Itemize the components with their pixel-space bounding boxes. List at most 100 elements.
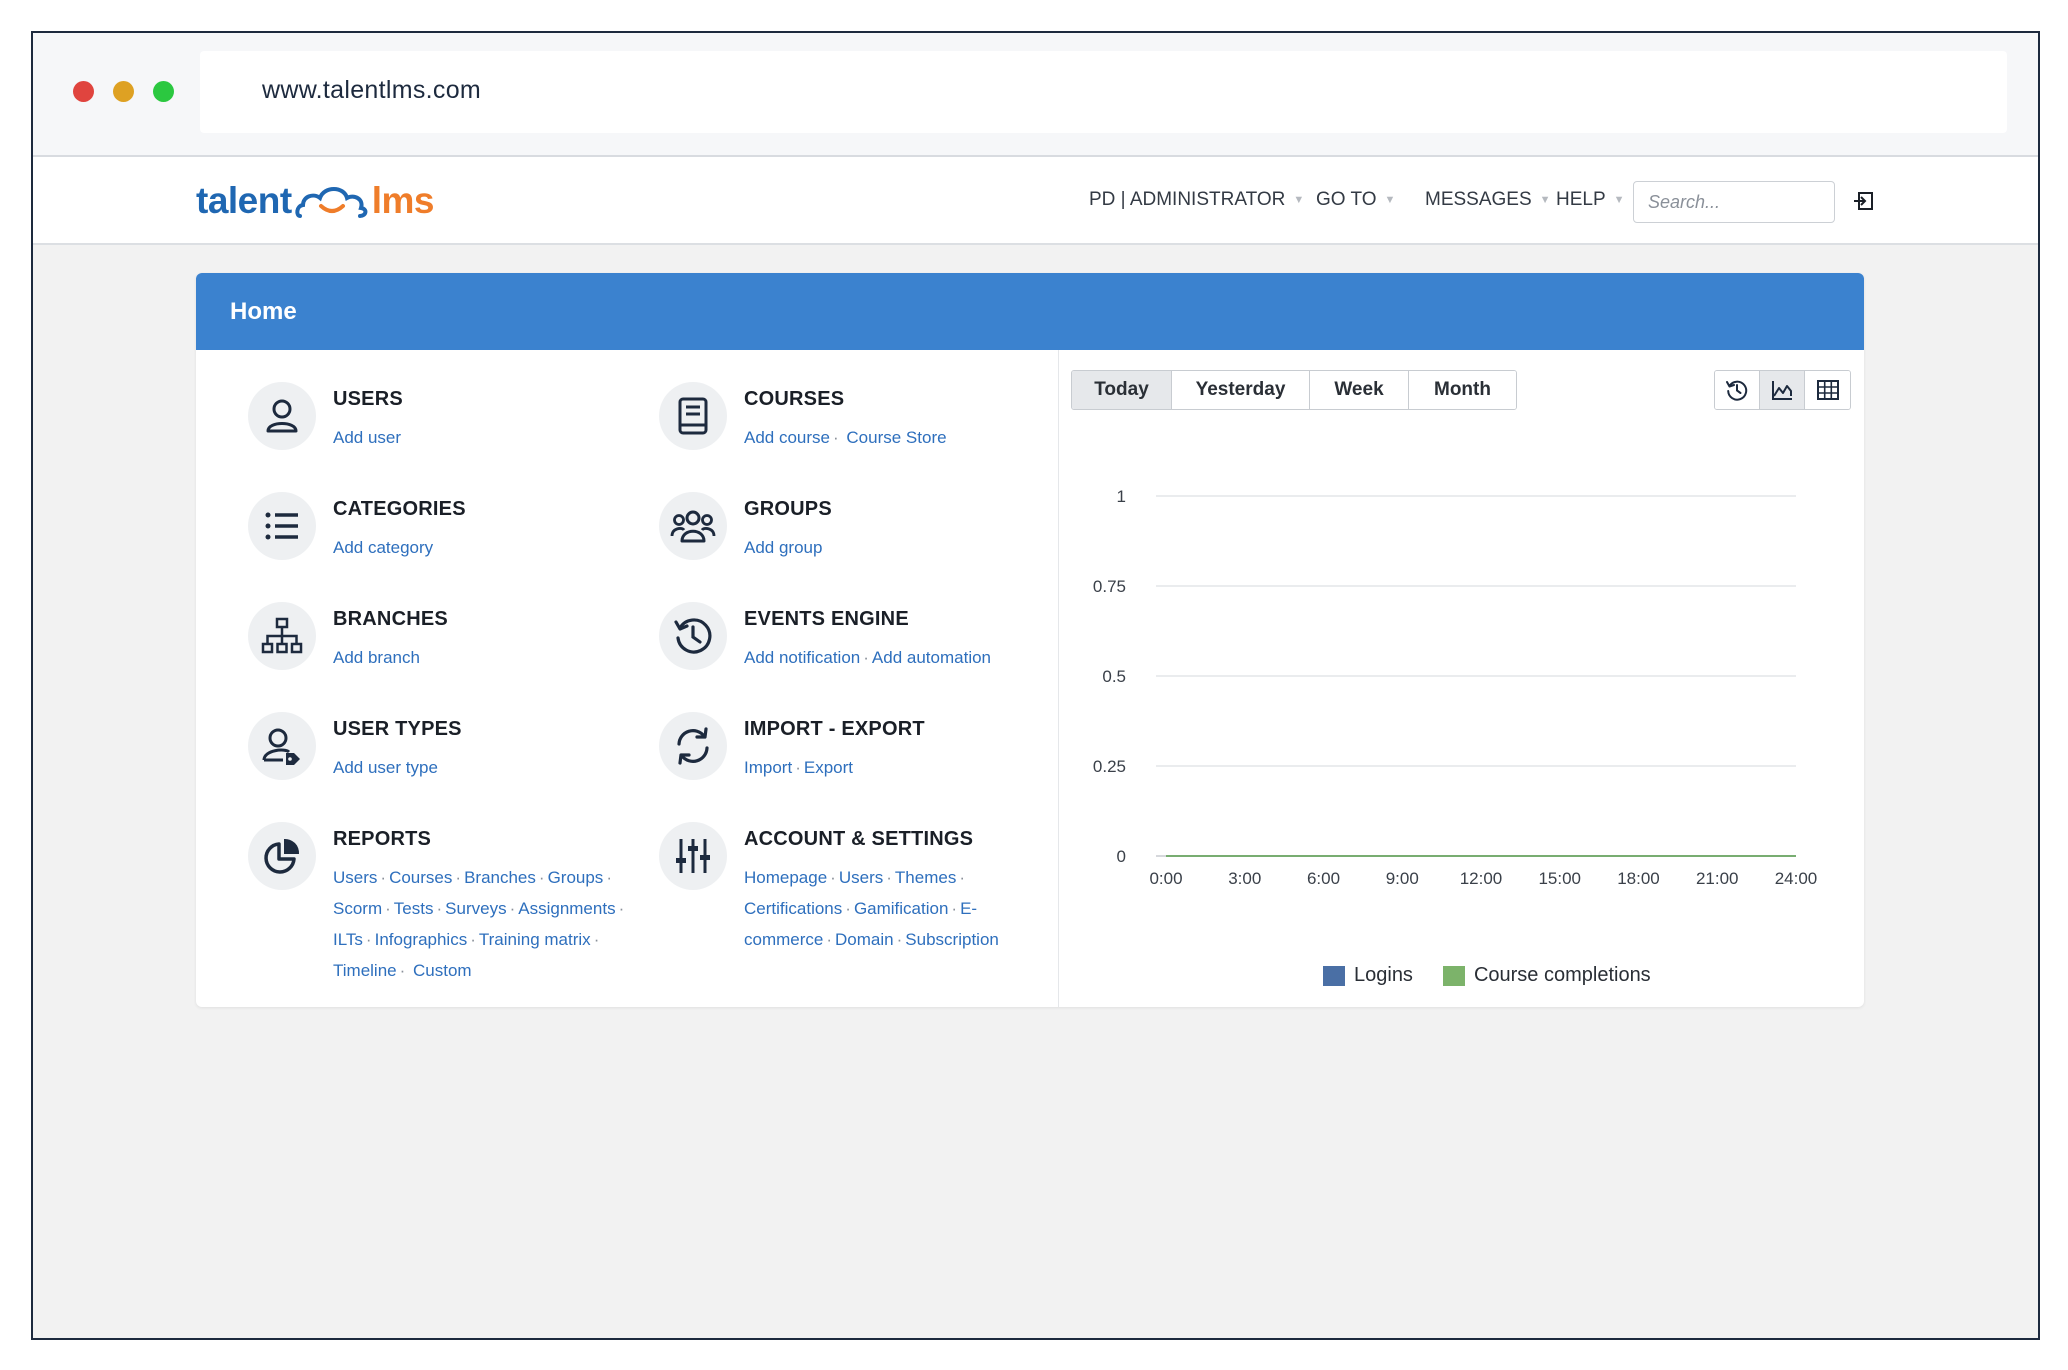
legend-course-completions[interactable]: Course completions [1442,964,1651,987]
legend-logins[interactable]: Logins [1323,964,1413,987]
list-icon[interactable] [248,492,316,560]
users-title[interactable]: USERS [333,388,403,411]
categories-links: Add category [333,532,663,563]
import-link[interactable]: Import [744,758,792,777]
pie-chart-icon[interactable] [248,822,316,890]
report-training-matrix-link[interactable]: Training matrix [479,930,591,949]
report-branches-link[interactable]: Branches [464,868,536,887]
page-title: Home [230,297,297,325]
add-category-link[interactable]: Add category [333,538,433,557]
courses-links: Add course · Course Store [744,428,947,447]
y-tick-label: 1 [1117,487,1126,506]
homepage-link[interactable]: Homepage [744,868,827,887]
course-store-link[interactable]: Course Store [846,428,946,447]
y-tick-label: 0 [1117,847,1126,866]
book-icon[interactable] [659,382,727,450]
logout-icon[interactable] [1853,190,1875,212]
address-bar[interactable]: www.talentlms.com [200,51,2007,133]
report-infographics-link[interactable]: Infographics [375,930,468,949]
add-user-type-link[interactable]: Add user type [333,758,438,777]
report-custom-link[interactable]: Custom [413,961,472,980]
maximize-window-dot[interactable] [153,81,174,102]
gamification-link[interactable]: Gamification [854,899,948,918]
user-icon[interactable] [248,382,316,450]
settings-users-link[interactable]: Users [839,868,883,887]
reports-title[interactable]: REPORTS [333,828,431,851]
add-user-link[interactable]: Add user [333,428,401,447]
categories-title[interactable]: CATEGORIES [333,498,466,521]
chart-view-button[interactable] [1760,371,1805,409]
courses-title[interactable]: COURSES [744,388,844,411]
chevron-down-icon: ▼ [1384,194,1396,206]
add-notification-link[interactable]: Add notification [744,648,860,667]
themes-link[interactable]: Themes [895,868,956,887]
user-tag-icon[interactable] [248,712,316,780]
account-settings-title[interactable]: ACCOUNT & SETTINGS [744,828,973,851]
column-divider [1058,350,1059,1007]
minimize-window-dot[interactable] [113,81,134,102]
y-tick-label: 0.5 [1102,667,1126,686]
search-input[interactable] [1634,182,1834,222]
nav-administrator-menu[interactable]: PD | ADMINISTRATOR ▼ [1089,189,1304,211]
user-types-links: Add user type [333,752,663,783]
add-automation-link[interactable]: Add automation [872,648,991,667]
range-yesterday-button[interactable]: Yesterday [1172,371,1310,409]
x-tick-label: 9:00 [1386,869,1419,888]
domain-link[interactable]: Domain [835,930,894,949]
import-export-title[interactable]: IMPORT - EXPORT [744,718,925,741]
report-surveys-link[interactable]: Surveys [445,899,506,918]
sync-icon[interactable] [659,712,727,780]
report-courses-link[interactable]: Courses [389,868,452,887]
logo-text-talent: talent [196,180,292,221]
add-course-link[interactable]: Add course [744,428,830,447]
report-groups-link[interactable]: Groups [548,868,604,887]
nav-messages-menu[interactable]: MESSAGES ▼ [1425,189,1551,211]
events-engine-links: Add notification · Add automation [744,648,992,667]
nav-goto-label: GO TO [1316,189,1377,210]
users-group-icon[interactable] [659,492,727,560]
y-tick-label: 0.75 [1093,577,1126,596]
nav-goto-menu[interactable]: GO TO ▼ [1316,189,1395,211]
range-today-button[interactable]: Today [1072,371,1172,409]
y-tick-label: 0.25 [1093,757,1126,776]
x-tick-label: 6:00 [1307,869,1340,888]
import-export-links: Import · Export [744,758,853,777]
report-scorm-link[interactable]: Scorm [333,899,382,918]
subscription-link[interactable]: Subscription [905,930,999,949]
talentlms-logo[interactable]: talent lms [196,177,434,225]
cloud-smile-icon [295,187,368,218]
report-timeline-link[interactable]: Timeline [333,961,397,980]
home-panel: Home USERS Add user CATEGORIES Add categ… [196,273,1864,1007]
groups-title[interactable]: GROUPS [744,498,832,521]
report-tests-link[interactable]: Tests [394,899,434,918]
range-week-button[interactable]: Week [1310,371,1409,409]
app-header: talent lms PD | ADMINISTRATOR ▼ GO TO ▼ ME… [33,157,2038,245]
export-link[interactable]: Export [804,758,853,777]
branches-title[interactable]: BRANCHES [333,608,448,631]
add-group-link[interactable]: Add group [744,538,822,557]
nav-help-menu[interactable]: HELP ▼ [1556,189,1625,211]
legend-completions-label: Course completions [1473,964,1651,986]
chart-legend: Logins Course completions [1323,964,1681,987]
report-users-link[interactable]: Users [333,868,377,887]
nav-help-label: HELP [1556,189,1606,210]
groups-links: Add group [744,532,1074,563]
table-view-button[interactable] [1805,371,1850,409]
timeline-view-button[interactable] [1715,371,1760,409]
sitemap-icon[interactable] [248,602,316,670]
report-ilts-link[interactable]: ILTs [333,930,363,949]
range-month-button[interactable]: Month [1409,371,1516,409]
users-links: Add user [333,422,663,453]
events-engine-title[interactable]: EVENTS ENGINE [744,608,909,631]
x-tick-label: 12:00 [1460,869,1503,888]
browser-chrome: www.talentlms.com [33,33,2038,157]
add-branch-link[interactable]: Add branch [333,648,420,667]
history-icon[interactable] [659,602,727,670]
report-assignments-link[interactable]: Assignments [518,899,615,918]
close-window-dot[interactable] [73,81,94,102]
user-types-title[interactable]: USER TYPES [333,718,462,741]
completions-swatch [1442,965,1465,986]
sliders-icon[interactable] [659,822,727,890]
x-tick-label: 0:00 [1149,869,1182,888]
certifications-link[interactable]: Certifications [744,899,842,918]
